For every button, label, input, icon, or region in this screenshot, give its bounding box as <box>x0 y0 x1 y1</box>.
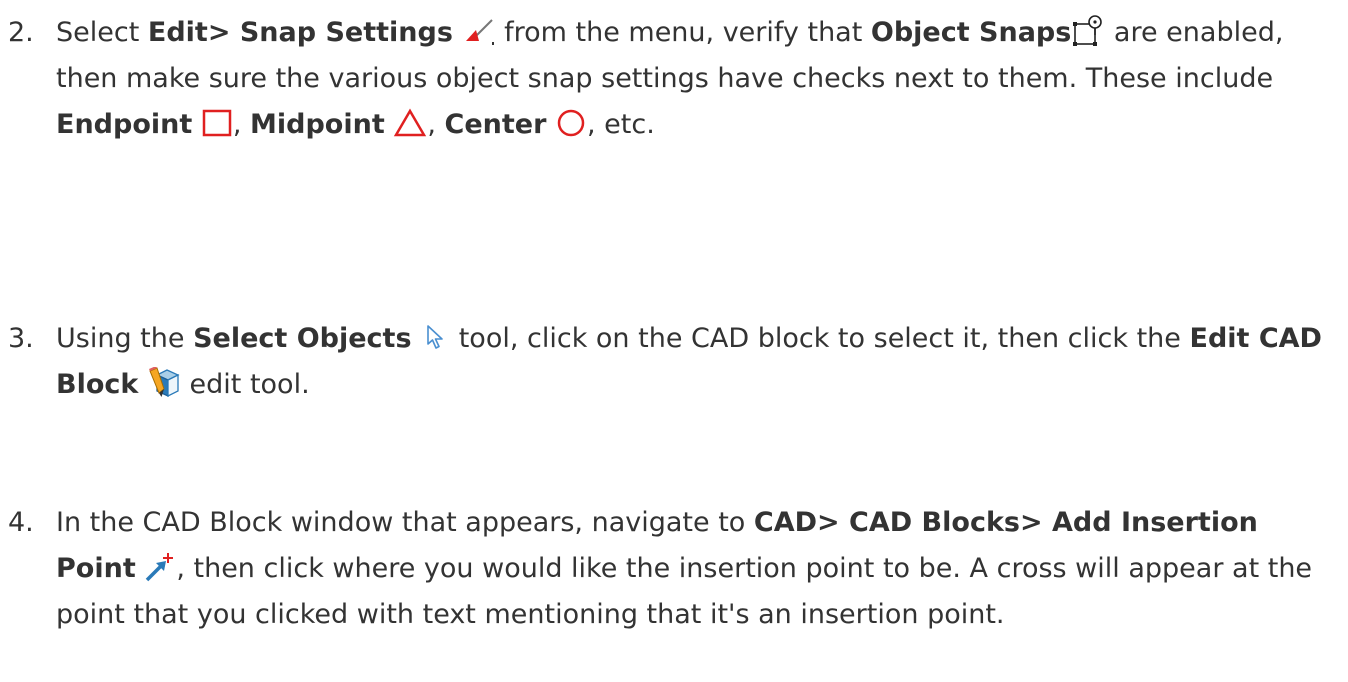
edit-cad-block-icon <box>147 366 181 399</box>
menu-path-snap-settings: Edit> Snap Settings <box>147 17 453 48</box>
step-4: 4. In the CAD Block window that appears,… <box>0 500 1348 638</box>
step-text: Select Edit> Snap Settings from the menu… <box>56 10 1341 148</box>
step-3: 3. Using the Select Objects tool, click … <box>0 316 1348 408</box>
step-text: In the CAD Block window that appears, na… <box>56 500 1341 638</box>
select-objects-label: Select Objects <box>193 323 412 354</box>
text: , <box>427 109 445 140</box>
text: edit tool. <box>180 369 310 400</box>
center-icon <box>555 108 587 138</box>
step-number: 2. <box>8 17 34 48</box>
midpoint-icon <box>393 108 427 138</box>
object-snaps-label: Object Snaps <box>870 17 1072 48</box>
endpoint-icon <box>201 108 233 138</box>
text: from the menu, verify that <box>495 17 871 48</box>
select-objects-icon <box>420 322 450 352</box>
snap-settings-icon <box>462 16 496 46</box>
center-label: Center <box>444 109 547 140</box>
step-number: 4. <box>8 507 34 538</box>
text: , etc. <box>587 109 655 140</box>
step-number: 3. <box>8 323 34 354</box>
step-2: 2. Select Edit> Snap Settings from the m… <box>0 10 1348 148</box>
midpoint-label: Midpoint <box>250 109 385 140</box>
text: , <box>232 109 251 140</box>
text: Using the <box>56 323 194 354</box>
endpoint-label: Endpoint <box>56 109 193 140</box>
text: , then click where you would like the in… <box>56 553 1313 630</box>
text: In the CAD Block window that appears, na… <box>56 507 754 538</box>
object-snaps-icon <box>1071 14 1105 47</box>
text: Select <box>56 17 148 48</box>
text: tool, click on the CAD block to select i… <box>450 323 1190 354</box>
add-insertion-point-icon <box>144 552 176 582</box>
step-text: Using the Select Objects tool, click on … <box>56 316 1341 408</box>
